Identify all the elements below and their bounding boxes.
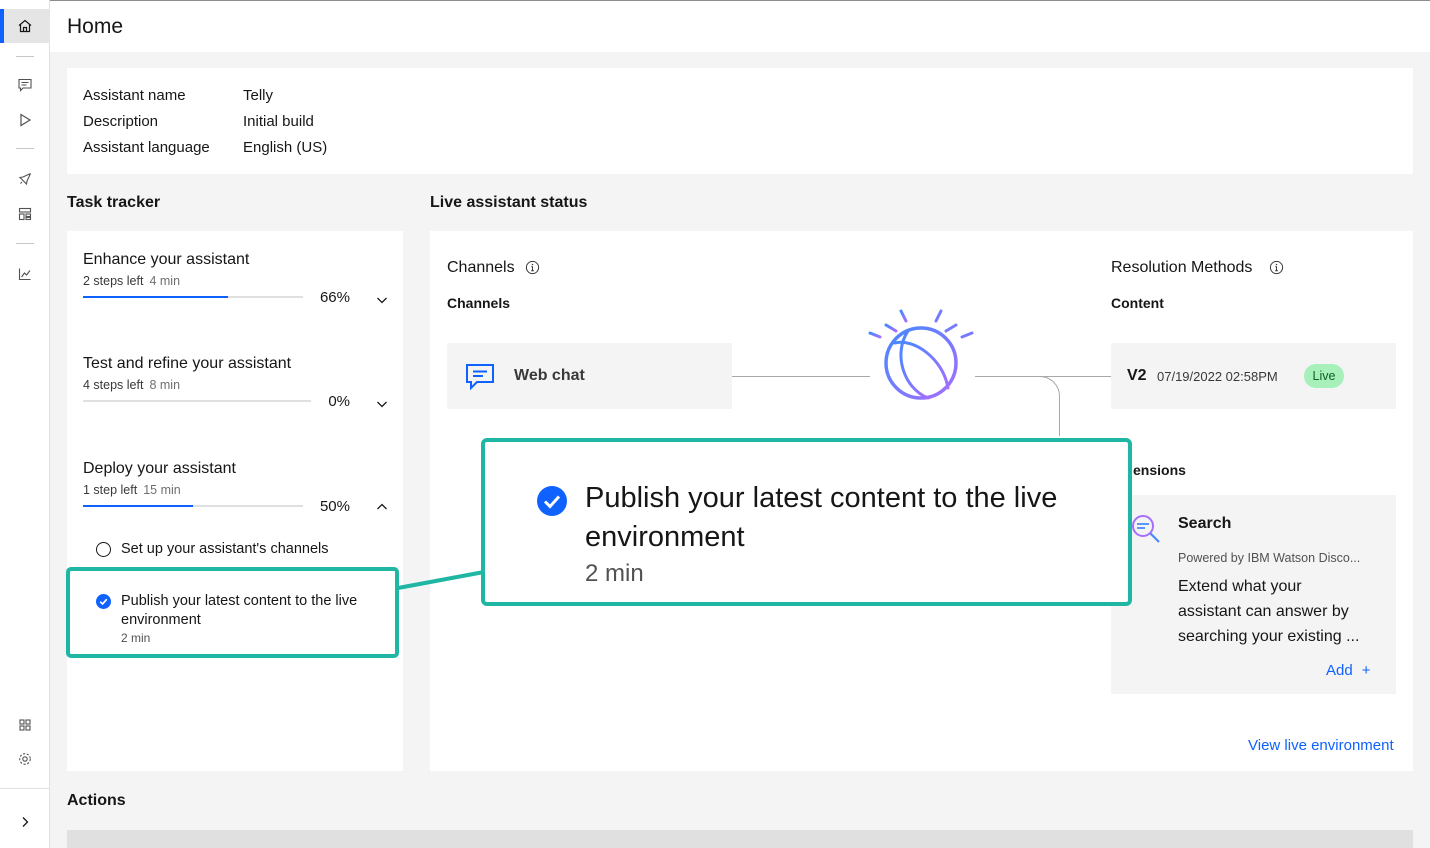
task-time: 15 min — [143, 483, 181, 497]
settings-nav-button[interactable] — [0, 742, 50, 776]
chevron-down-icon[interactable] — [375, 397, 389, 411]
progress-fill — [83, 296, 229, 298]
resolution-heading: Resolution Methods — [1111, 259, 1253, 276]
task-progress-bar — [83, 400, 311, 402]
extensions-subheading: ensions — [1133, 462, 1186, 478]
preview-nav-button[interactable] — [0, 103, 50, 137]
task-meta: 1 step left 15 min — [83, 483, 181, 497]
channels-subheading: Channels — [447, 295, 511, 311]
left-sidebar — [0, 0, 50, 848]
info-value: Initial build — [243, 113, 314, 130]
search-description-3: searching your existing ... — [1178, 628, 1360, 645]
task-name: Deploy your assistant — [83, 460, 236, 477]
connector-line — [1035, 376, 1060, 436]
callout-connector — [397, 570, 485, 590]
version-card[interactable]: V2 07/19/2022 02:58PM Live — [1111, 343, 1396, 409]
task-steps: 2 steps left — [83, 274, 144, 288]
gear-icon — [19, 753, 31, 765]
subtask-radio-icon[interactable] — [96, 542, 111, 557]
checkmark-filled-icon — [537, 486, 567, 516]
search-description-1: Extend what your — [1178, 578, 1302, 595]
highlight-box — [66, 567, 399, 658]
search-extension-card: Search Powered by IBM Watson Disco... Ex… — [1111, 495, 1396, 694]
task-tracker-title: Task tracker — [67, 194, 161, 211]
callout-title-line1: Publish your latest content to the live — [585, 482, 1058, 514]
task-percent: 0% — [328, 393, 350, 410]
task-time: 4 min — [149, 274, 181, 288]
callout-title-line2: environment — [585, 521, 745, 553]
chat-icon — [466, 364, 494, 391]
callout-time: 2 min — [585, 560, 644, 587]
task-name: Enhance your assistant — [83, 251, 250, 268]
callout-zoom: Publish your latest content to the live … — [481, 438, 1132, 606]
info-icon[interactable] — [1269, 260, 1284, 275]
analytics-icon — [18, 268, 31, 281]
web-chat-card[interactable]: Web chat — [447, 343, 732, 409]
task-time: 8 min — [149, 378, 181, 392]
home-icon — [18, 19, 32, 33]
task-percent: 66% — [319, 289, 350, 306]
page-title: Home — [67, 15, 124, 38]
watson-logo-icon — [868, 303, 974, 400]
search-icon — [1132, 515, 1160, 543]
task-tracker-panel: Enhance your assistant 2 steps left 4 min… — [67, 231, 403, 771]
info-key: Assistant language — [83, 139, 210, 156]
content-subheading: Content — [1111, 295, 1164, 311]
task-progress-bar — [83, 296, 303, 298]
environments-nav-button[interactable] — [0, 197, 50, 231]
home-nav-button[interactable] — [0, 9, 50, 43]
task-meta: 2 steps left 4 min — [83, 274, 180, 288]
page-header: Home — [50, 0, 1430, 52]
analytics-nav-button[interactable] — [0, 257, 50, 291]
info-value: Telly — [243, 87, 274, 104]
connector-line — [732, 376, 870, 377]
chevron-right-icon — [22, 817, 29, 827]
info-icon[interactable] — [525, 260, 540, 275]
actions-title: Actions — [67, 792, 126, 809]
add-label: Add — [1326, 662, 1353, 679]
add-extension-button[interactable]: Add + — [1326, 662, 1370, 679]
version-label: V2 — [1127, 367, 1147, 384]
assistant-info-panel: Assistant name Telly Description Initial… — [67, 68, 1413, 174]
live-badge: Live — [1304, 364, 1344, 388]
live-status-title: Live assistant status — [430, 194, 588, 211]
info-key: Description — [83, 113, 159, 130]
version-date: 07/19/2022 02:58PM — [1157, 369, 1278, 384]
channels-heading: Channels — [447, 259, 515, 276]
info-value: English (US) — [243, 139, 328, 156]
rocket-icon — [18, 173, 31, 186]
subtask-setup-channels[interactable]: Set up your assistant's channels — [121, 541, 329, 557]
actions-nav-button[interactable] — [0, 68, 50, 102]
environments-icon — [18, 207, 32, 221]
progress-fill — [83, 505, 193, 507]
integrations-nav-button[interactable] — [0, 708, 50, 742]
web-chat-label: Web chat — [514, 367, 585, 384]
search-description-2: assistant can answer by — [1178, 603, 1349, 620]
task-percent: 50% — [319, 498, 350, 515]
expand-sidebar-button[interactable] — [0, 805, 50, 839]
info-key: Assistant name — [83, 87, 186, 104]
add-icon: + — [1361, 662, 1371, 679]
view-live-environment-link[interactable]: View live environment — [1248, 737, 1394, 754]
task-name: Test and refine your assistant — [83, 355, 292, 372]
chevron-down-icon[interactable] — [375, 293, 389, 307]
task-progress-bar — [83, 505, 303, 507]
play-icon — [20, 113, 32, 127]
search-powered-by: Powered by IBM Watson Disco... — [1178, 551, 1361, 565]
actions-panel — [67, 830, 1413, 848]
publish-nav-button[interactable] — [0, 162, 50, 196]
integrations-icon — [19, 719, 31, 731]
search-title: Search — [1178, 515, 1232, 532]
task-meta: 4 steps left 8 min — [83, 378, 180, 392]
task-steps: 1 step left — [83, 483, 138, 497]
task-steps: 4 steps left — [83, 378, 144, 392]
chat-icon — [18, 78, 32, 92]
chevron-up-icon[interactable] — [375, 500, 389, 514]
